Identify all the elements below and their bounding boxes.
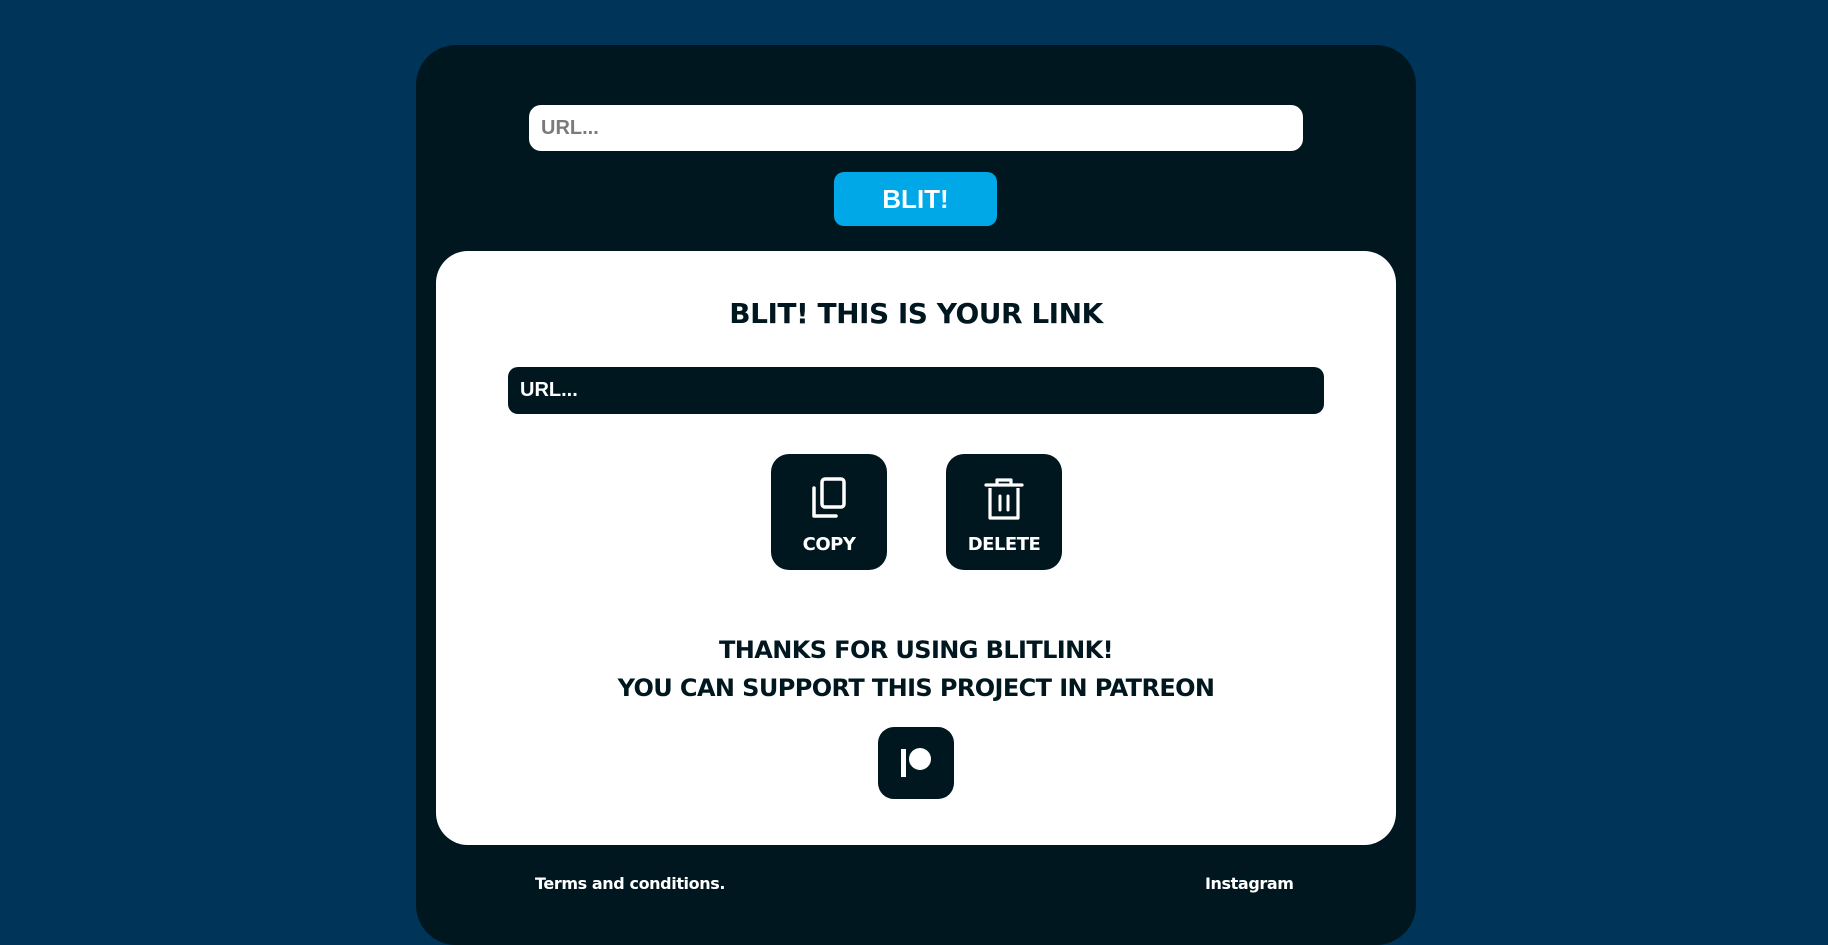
support-message: THANKS FOR USING BLITLINK! YOU CAN SUPPO… bbox=[436, 631, 1396, 707]
short-link-field[interactable] bbox=[508, 367, 1324, 414]
terms-link[interactable]: Terms and conditions. bbox=[535, 874, 725, 893]
copy-label: COPY bbox=[802, 534, 856, 555]
url-input[interactable] bbox=[529, 105, 1303, 151]
patreon-support-line: YOU CAN SUPPORT THIS PROJECT IN PATREON bbox=[617, 674, 1215, 702]
delete-label: DELETE bbox=[967, 534, 1041, 555]
delete-button[interactable]: DELETE bbox=[946, 454, 1062, 570]
instagram-link[interactable]: Instagram bbox=[1205, 874, 1294, 893]
trash-icon bbox=[946, 476, 1062, 524]
patreon-button[interactable] bbox=[878, 727, 954, 799]
patreon-icon bbox=[901, 748, 931, 777]
blit-button[interactable]: BLIT! bbox=[834, 172, 997, 226]
copy-icon bbox=[771, 476, 887, 524]
result-card: BLIT! THIS IS YOUR LINK COPY DELETE bbox=[436, 251, 1396, 845]
result-title: BLIT! THIS IS YOUR LINK bbox=[729, 297, 1103, 330]
thanks-line: THANKS FOR USING BLITLINK! bbox=[719, 636, 1114, 664]
app-panel: BLIT! BLIT! THIS IS YOUR LINK COPY bbox=[416, 45, 1416, 945]
copy-button[interactable]: COPY bbox=[771, 454, 887, 570]
